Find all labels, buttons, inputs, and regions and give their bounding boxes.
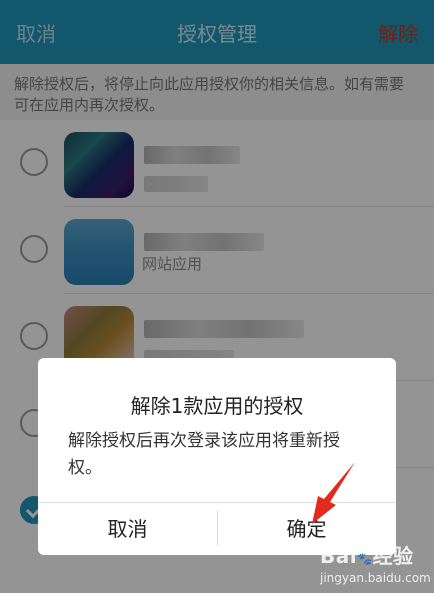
dialog-cancel-button[interactable]: 取消: [38, 503, 217, 555]
watermark-brand-text: Bai: [320, 544, 358, 568]
baidu-jingyan-watermark: Bai🐾经验 jingyan.baidu.com: [320, 540, 431, 585]
watermark-brand: Bai🐾经验: [320, 540, 431, 569]
annotation-arrow-icon: [312, 462, 355, 524]
watermark-brand-suffix: 经验: [372, 544, 414, 568]
dialog-title: 解除1款应用的授权: [130, 394, 304, 418]
paw-icon: 🐾: [357, 552, 373, 566]
watermark-site: jingyan.baidu.com: [320, 571, 431, 585]
